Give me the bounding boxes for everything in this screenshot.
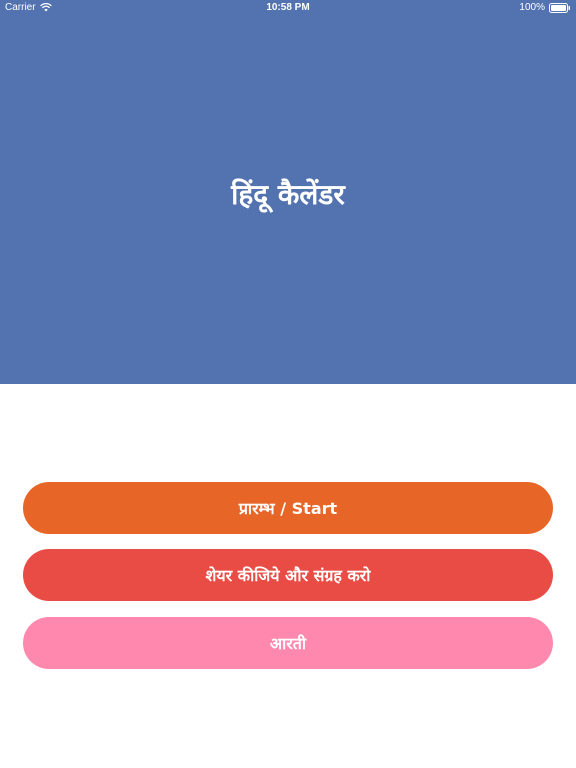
share-and-save-button[interactable]: शेयर कीजिये और संग्रह करो	[23, 549, 553, 601]
battery-percent: 100%	[519, 2, 545, 13]
status-bar: Carrier 10:58 PM 100%	[0, 0, 576, 16]
header-banner: हिंदू कैलेंडर	[0, 0, 576, 384]
start-button[interactable]: प्रारम्भ / Start	[23, 482, 553, 534]
aarti-button[interactable]: आरती	[23, 617, 553, 669]
battery-icon	[549, 2, 571, 13]
status-time: 10:58 PM	[266, 2, 310, 13]
app-title: हिंदू कैलेंडर	[231, 178, 345, 211]
status-right: 100%	[519, 2, 571, 13]
